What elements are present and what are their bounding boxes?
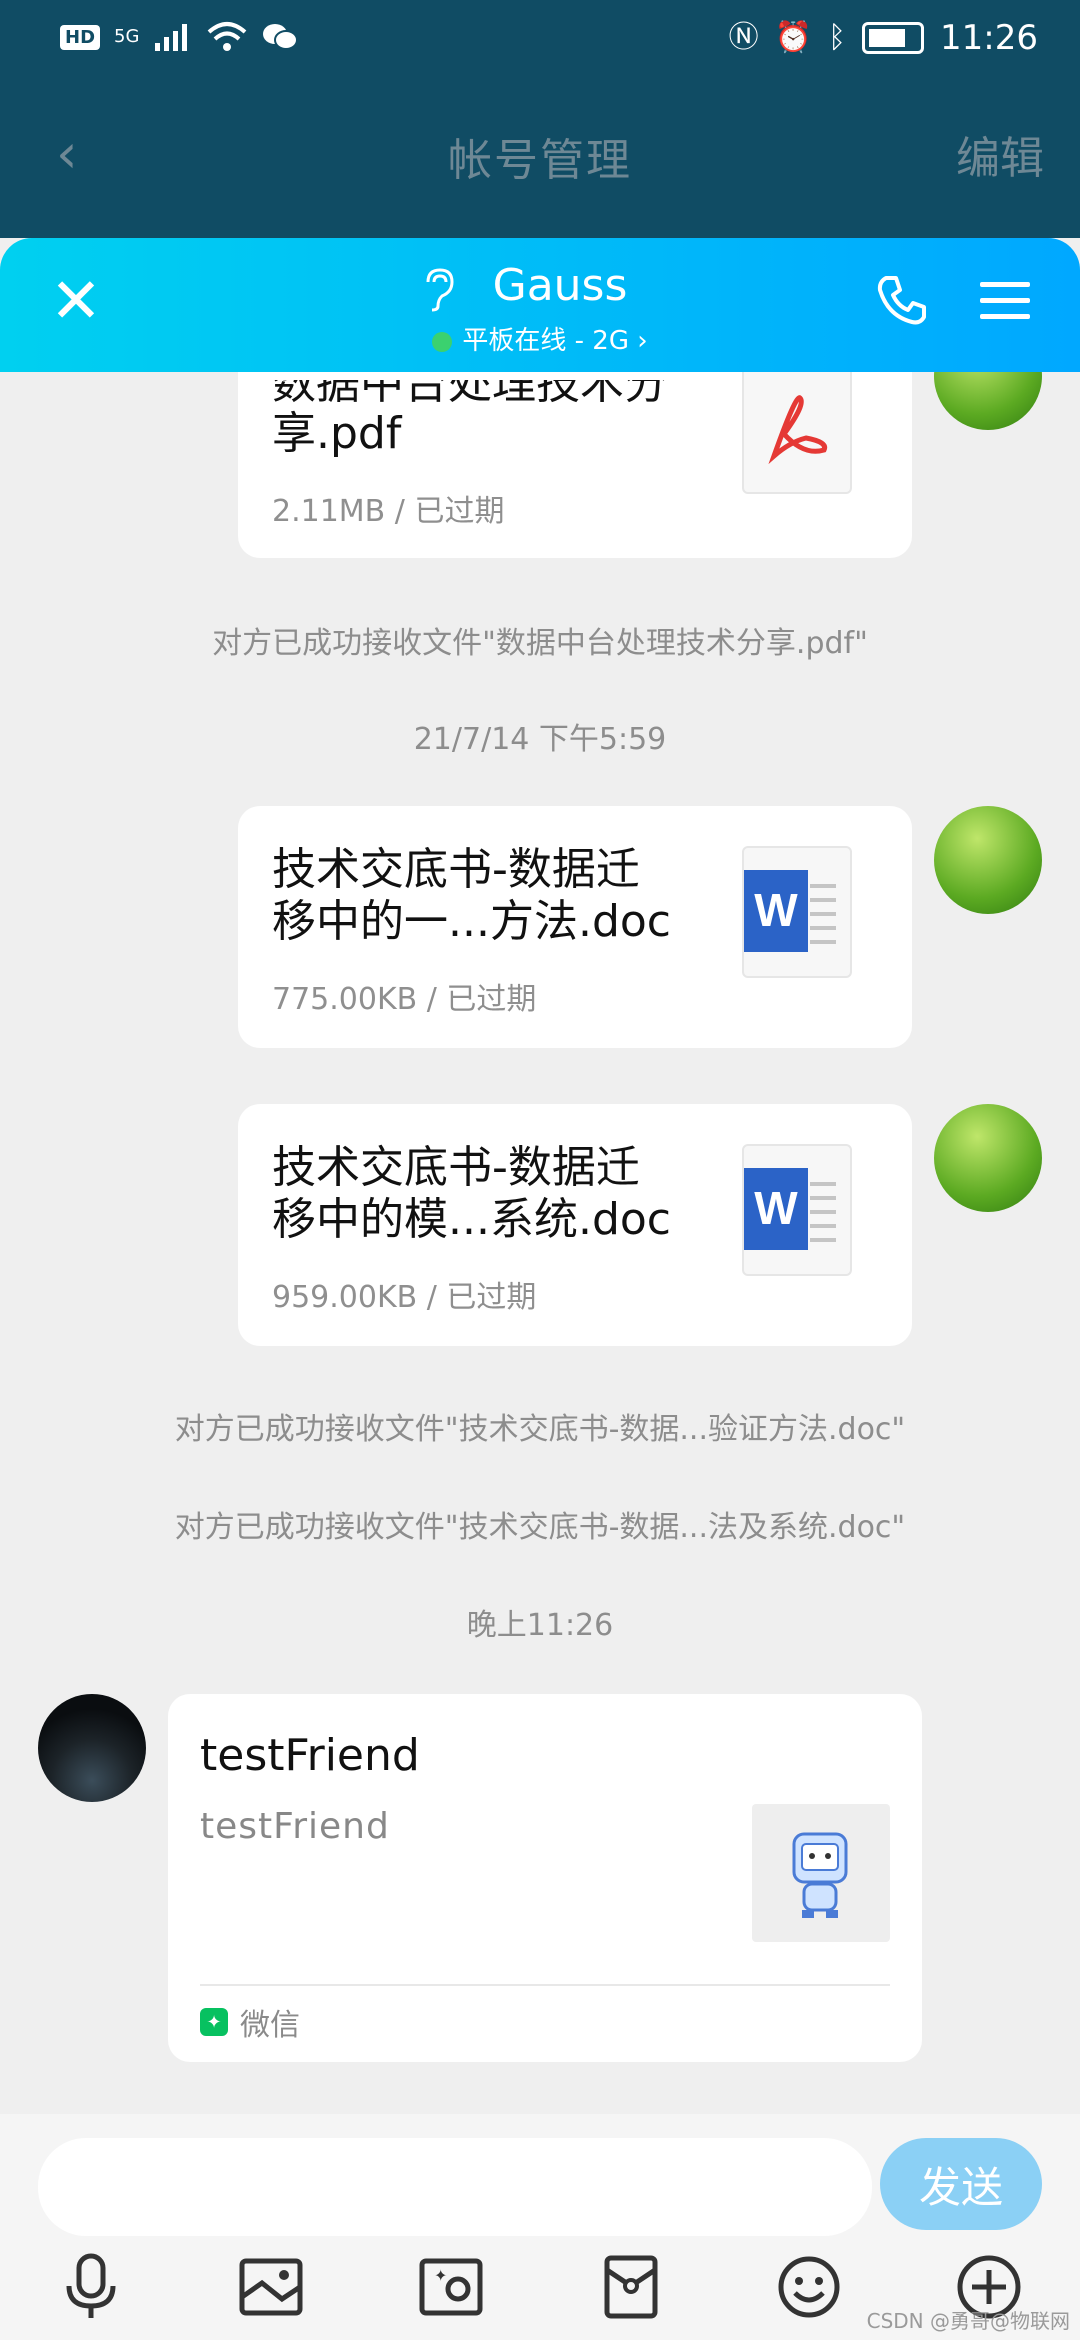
alarm-icon: ⏰ xyxy=(774,20,813,55)
my-avatar[interactable] xyxy=(934,1104,1042,1212)
chat-panel: 数据中台处理技术分 享.pdf 2.11MB / 已过期 对方已成功接收文件"数… xyxy=(0,238,1080,2340)
red-packet-icon[interactable] xyxy=(586,2242,676,2332)
friend-avatar[interactable] xyxy=(38,1694,146,1802)
emoji-icon[interactable] xyxy=(764,2242,854,2332)
file-name-line2: 移中的模...系统.doc xyxy=(272,1194,671,1245)
wifi-icon xyxy=(208,22,247,51)
system-message: 对方已成功接收文件"技术交底书-数据...法及系统.doc" xyxy=(174,1510,906,1545)
chat-header: ✕ Gauss 平板在线 - 2G › xyxy=(0,238,1080,372)
chevron-right-icon: › xyxy=(628,326,648,356)
background-page-header: HD 5G Ⓝ ⏰ ᛒ 11:26 ‹ 帐号管理 编辑 xyxy=(0,0,1080,238)
bluetooth-icon: ᛒ xyxy=(828,20,847,55)
watermark: CSDN @勇哥@物联网 xyxy=(866,2309,1070,2333)
page-title: 帐号管理 xyxy=(448,135,632,186)
camera-icon[interactable]: ✦ xyxy=(406,2242,496,2332)
link-description: testFriend xyxy=(200,1806,390,1847)
pdf-icon xyxy=(742,362,852,494)
message-input[interactable] xyxy=(38,2138,872,2236)
svg-text:W: W xyxy=(754,884,798,936)
send-button[interactable]: 发送 xyxy=(880,2138,1042,2230)
timestamp: 晚上11:26 xyxy=(466,1608,614,1643)
wechat-notification-icon xyxy=(263,24,299,50)
input-bar: 发送 ✦ CSDN @勇哥@物联网 xyxy=(0,2114,1080,2340)
link-title: testFriend xyxy=(200,1730,420,1781)
file-meta: 2.11MB / 已过期 xyxy=(272,494,505,529)
file-meta: 959.00KB / 已过期 xyxy=(272,1280,537,1315)
file-message-card[interactable]: 技术交底书-数据迁 移中的一...方法.doc 775.00KB / 已过期 W xyxy=(238,806,912,1048)
microphone-icon[interactable] xyxy=(46,2242,136,2332)
edit-button[interactable]: 编辑 xyxy=(956,122,1044,186)
file-message-card[interactable]: 技术交底书-数据迁 移中的模...系统.doc 959.00KB / 已过期 W xyxy=(238,1104,912,1346)
link-source-label: 微信 xyxy=(240,2008,300,2043)
image-icon[interactable] xyxy=(226,2242,316,2332)
word-icon: W xyxy=(742,1144,852,1276)
file-name-line1: 技术交底书-数据迁 xyxy=(272,844,640,895)
battery-icon xyxy=(862,22,925,54)
wechat-icon: ✦ xyxy=(200,2008,228,2036)
my-avatar[interactable] xyxy=(934,806,1042,914)
svg-text:✦: ✦ xyxy=(434,2266,447,2285)
system-message: 对方已成功接收文件"技术交底书-数据...验证方法.doc" xyxy=(174,1412,906,1447)
file-name-line1: 技术交底书-数据迁 xyxy=(272,1142,640,1193)
svg-text:W: W xyxy=(754,1182,798,1234)
signal-5g-icon: 5G xyxy=(114,26,140,47)
signal-bars-icon xyxy=(155,24,188,51)
online-status-text: 平板在线 - 2G xyxy=(462,326,629,356)
status-bar: HD 5G Ⓝ ⏰ ᛒ 11:26 xyxy=(0,0,1080,80)
divider xyxy=(200,1984,890,1986)
nfc-icon: Ⓝ xyxy=(728,20,759,55)
settings-header: ‹ 帐号管理 编辑 xyxy=(0,96,1080,206)
link-message-card[interactable]: testFriend testFriend ✦ 微信 xyxy=(168,1694,922,2062)
online-dot-icon xyxy=(432,331,453,352)
hd-badge: HD xyxy=(60,24,101,50)
link-thumbnail xyxy=(752,1804,890,1942)
menu-icon[interactable] xyxy=(978,278,1032,324)
phone-icon[interactable] xyxy=(874,272,930,328)
link-source: ✦ 微信 xyxy=(200,2000,300,2044)
file-name-line2: 享.pdf xyxy=(272,408,402,459)
timestamp: 21/7/14 下午5:59 xyxy=(413,722,667,757)
system-message: 对方已成功接收文件"数据中台处理技术分享.pdf" xyxy=(212,626,868,661)
file-meta: 775.00KB / 已过期 xyxy=(272,982,537,1017)
status-time: 11:26 xyxy=(940,18,1038,58)
word-icon: W xyxy=(742,846,852,978)
file-name-line2: 移中的一...方法.doc xyxy=(272,896,671,947)
